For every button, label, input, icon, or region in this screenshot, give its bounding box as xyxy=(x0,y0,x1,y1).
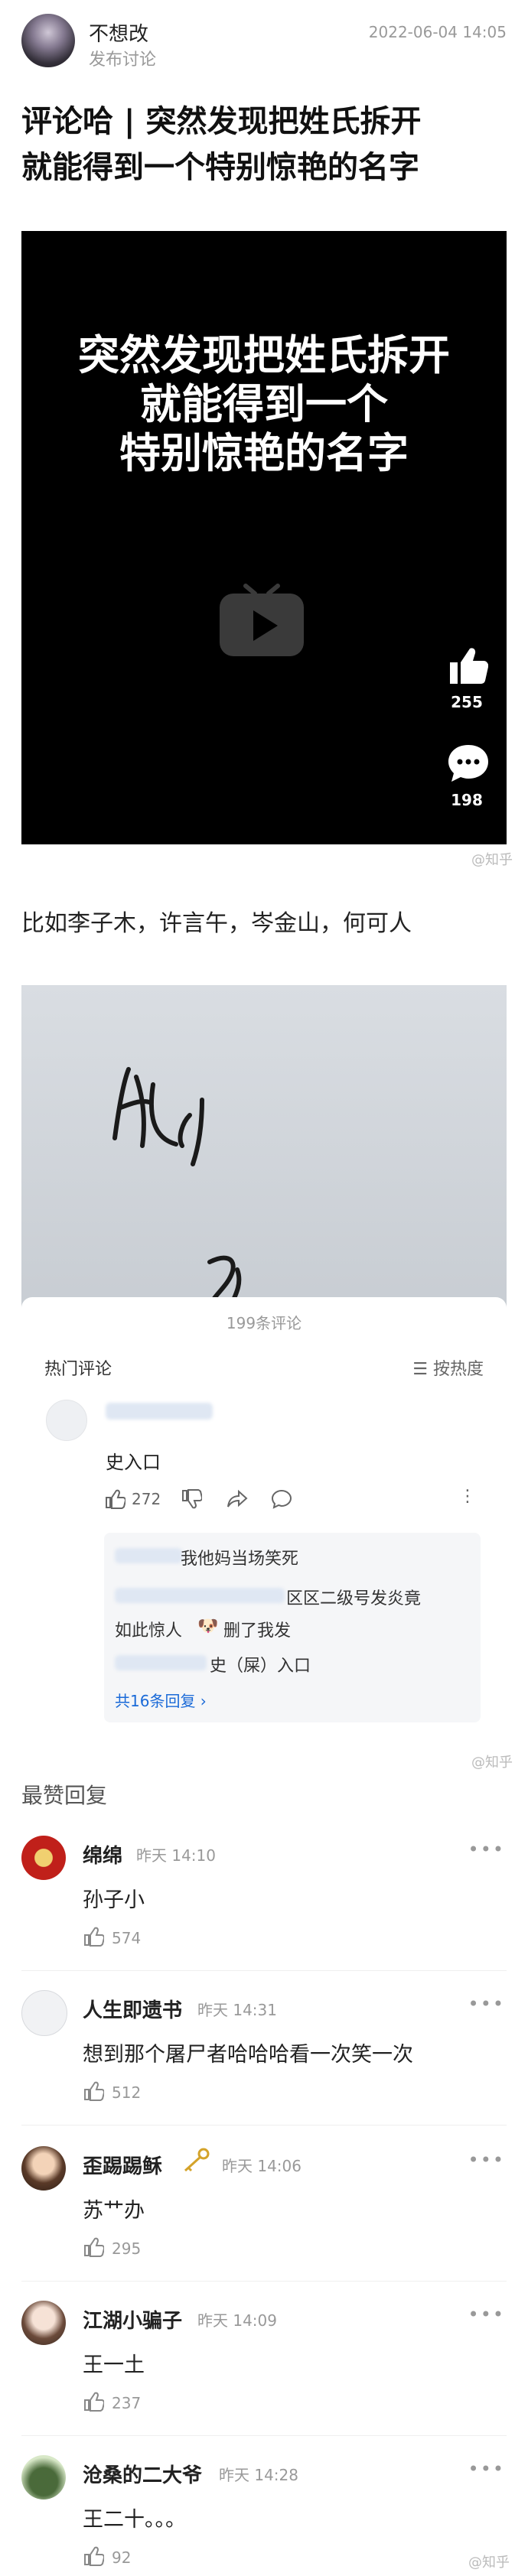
reply-author[interactable]: 歪踢踢稣 xyxy=(83,2151,162,2179)
chevron-right-icon: › xyxy=(195,1692,207,1710)
video-overlay-line3: 特别惊艳的名字 xyxy=(119,429,409,477)
comment-panel: 199条评论 热门评论 ☰ 按热度 史入口 272 ⋮ 我他妈当场笑死 区区二级… xyxy=(21,1297,507,1759)
reply-avatar[interactable] xyxy=(21,1836,66,1880)
dislike-icon[interactable] xyxy=(181,1488,204,1510)
reply-like-icon[interactable] xyxy=(83,2545,106,2567)
divider xyxy=(21,2125,507,2126)
embedded-screenshot: 199条评论 热门评论 ☰ 按热度 史入口 272 ⋮ 我他妈当场笑死 区区二级… xyxy=(21,985,507,1759)
screenshot-watermark: @知乎 xyxy=(471,1755,513,1771)
sort-by-hot-button[interactable]: ☰ 按热度 xyxy=(412,1355,484,1380)
reply-author[interactable]: 江湖小骗子 xyxy=(83,2305,182,2334)
post-title-line2: 就能得到一个特别惊艳的名字 xyxy=(21,150,419,185)
key-badge-icon xyxy=(181,2148,211,2174)
share-icon[interactable] xyxy=(227,1488,248,1510)
reply-more-icon[interactable]: ••• xyxy=(468,1839,505,1860)
sort-label: 按热度 xyxy=(432,1360,484,1379)
reply-avatar[interactable] xyxy=(21,2301,66,2345)
reply-author[interactable]: 绵绵 xyxy=(83,1840,122,1869)
more-replies-label: 共16条回复 xyxy=(115,1692,196,1710)
comment-total: 199条评论 xyxy=(226,1314,302,1332)
reply-avatar[interactable] xyxy=(21,1990,67,2036)
reply2-text: 区区二级号发炎竟 xyxy=(286,1589,422,1608)
video-comment-icon[interactable] xyxy=(447,742,490,785)
reply-avatar[interactable] xyxy=(21,2455,66,2500)
reply-more-icon[interactable]: ••• xyxy=(468,1993,505,2015)
reply3-emoji-icon: 🐶 xyxy=(197,1617,219,1636)
divider xyxy=(21,2281,507,2282)
reply-author[interactable]: 沧桑的二大爷 xyxy=(83,2460,202,2488)
video-player[interactable]: 突然发现把姓氏拆开 就能得到一个 特别惊艳的名字 255 198 xyxy=(21,231,507,844)
post-subtitle: 发布讨论 xyxy=(89,50,157,70)
reply3-text: 如此惊人 xyxy=(115,1621,183,1641)
video-watermark: @知乎 xyxy=(471,852,513,868)
divider xyxy=(21,1970,507,1971)
reply-time: 昨天 14:09 xyxy=(197,2311,277,2330)
more-replies-link[interactable]: 共16条回复 › xyxy=(115,1689,207,1711)
top-comment-likes: 272 xyxy=(132,1490,161,1508)
reply-like-icon[interactable] xyxy=(83,1926,106,1947)
author-name[interactable]: 不想改 xyxy=(89,18,148,47)
reply-time: 昨天 14:31 xyxy=(197,2001,277,2019)
video-comment-count: 198 xyxy=(451,791,483,809)
post-body-text: 比如李子木，许言午，岑金山，何可人 xyxy=(21,910,412,937)
post-timestamp: 2022-06-04 14:05 xyxy=(368,23,507,41)
reply-avatar[interactable] xyxy=(21,2146,66,2191)
more-options-icon[interactable]: ⋮ xyxy=(459,1487,476,1506)
reply2-name-blurred xyxy=(115,1588,285,1603)
reply-likes: 295 xyxy=(112,2239,142,2258)
reply-like-icon[interactable] xyxy=(83,2236,106,2258)
top-comment-like-icon[interactable] xyxy=(104,1488,127,1510)
commenter-name-blurred xyxy=(106,1403,213,1420)
reply4-name-blurred xyxy=(115,1655,207,1670)
hot-comments-label: 热门评论 xyxy=(44,1360,112,1379)
reply-text: 苏艹办 xyxy=(83,2199,145,2223)
reply-more-icon[interactable]: ••• xyxy=(468,2149,505,2171)
top-comment-text: 史入口 xyxy=(106,1452,161,1473)
commenter-avatar[interactable] xyxy=(46,1400,87,1441)
sort-icon: ☰ xyxy=(412,1360,433,1379)
handwriting-image xyxy=(21,985,507,1311)
reply-time: 昨天 14:28 xyxy=(219,2466,298,2484)
video-like-icon[interactable] xyxy=(445,644,489,687)
reply4-text: 史（屎）入口 xyxy=(210,1657,311,1676)
reply-text: 孙子小 xyxy=(83,1888,145,1912)
reply1-text: 我他妈当场笑死 xyxy=(181,1550,299,1569)
play-button-icon[interactable] xyxy=(217,583,307,659)
post-title-line1: 评论哈 | 突然发现把姓氏拆开 xyxy=(21,104,422,139)
reply-likes: 237 xyxy=(112,2394,142,2412)
reply-like-icon[interactable] xyxy=(83,2391,106,2412)
reply-text: 王一土 xyxy=(83,2353,145,2377)
reply-like-icon[interactable] xyxy=(83,2080,106,2102)
reply-text: 王二十。。。 xyxy=(83,2508,186,2532)
reply-author[interactable]: 人生即遗书 xyxy=(83,1995,182,2023)
reply-time: 昨天 14:10 xyxy=(136,1846,216,1865)
reply-icon[interactable] xyxy=(271,1488,292,1510)
reply-preview-box[interactable]: 我他妈当场笑死 区区二级号发炎竟 如此惊人 🐶 删了我发 史（屎）入口 共16条… xyxy=(104,1533,481,1722)
reply-likes: 92 xyxy=(112,2548,132,2567)
video-like-count: 255 xyxy=(451,693,483,711)
reply-likes: 512 xyxy=(112,2083,142,2102)
reply-likes: 574 xyxy=(112,1929,142,1947)
author-avatar[interactable] xyxy=(21,14,75,67)
reply-more-icon[interactable]: ••• xyxy=(468,2458,505,2480)
reply1-name-blurred xyxy=(115,1548,182,1563)
reply3-suffix: 删了我发 xyxy=(223,1621,292,1641)
divider xyxy=(21,2435,507,2436)
reply-more-icon[interactable]: ••• xyxy=(468,2304,505,2325)
replies-section-title: 最赞回复 xyxy=(21,1783,108,1808)
bottom-watermark: @知乎 xyxy=(468,2555,510,2571)
reply-text: 想到那个屠尸者哈哈哈看一次笑一次 xyxy=(83,2043,413,2067)
reply-time: 昨天 14:06 xyxy=(222,2157,301,2175)
